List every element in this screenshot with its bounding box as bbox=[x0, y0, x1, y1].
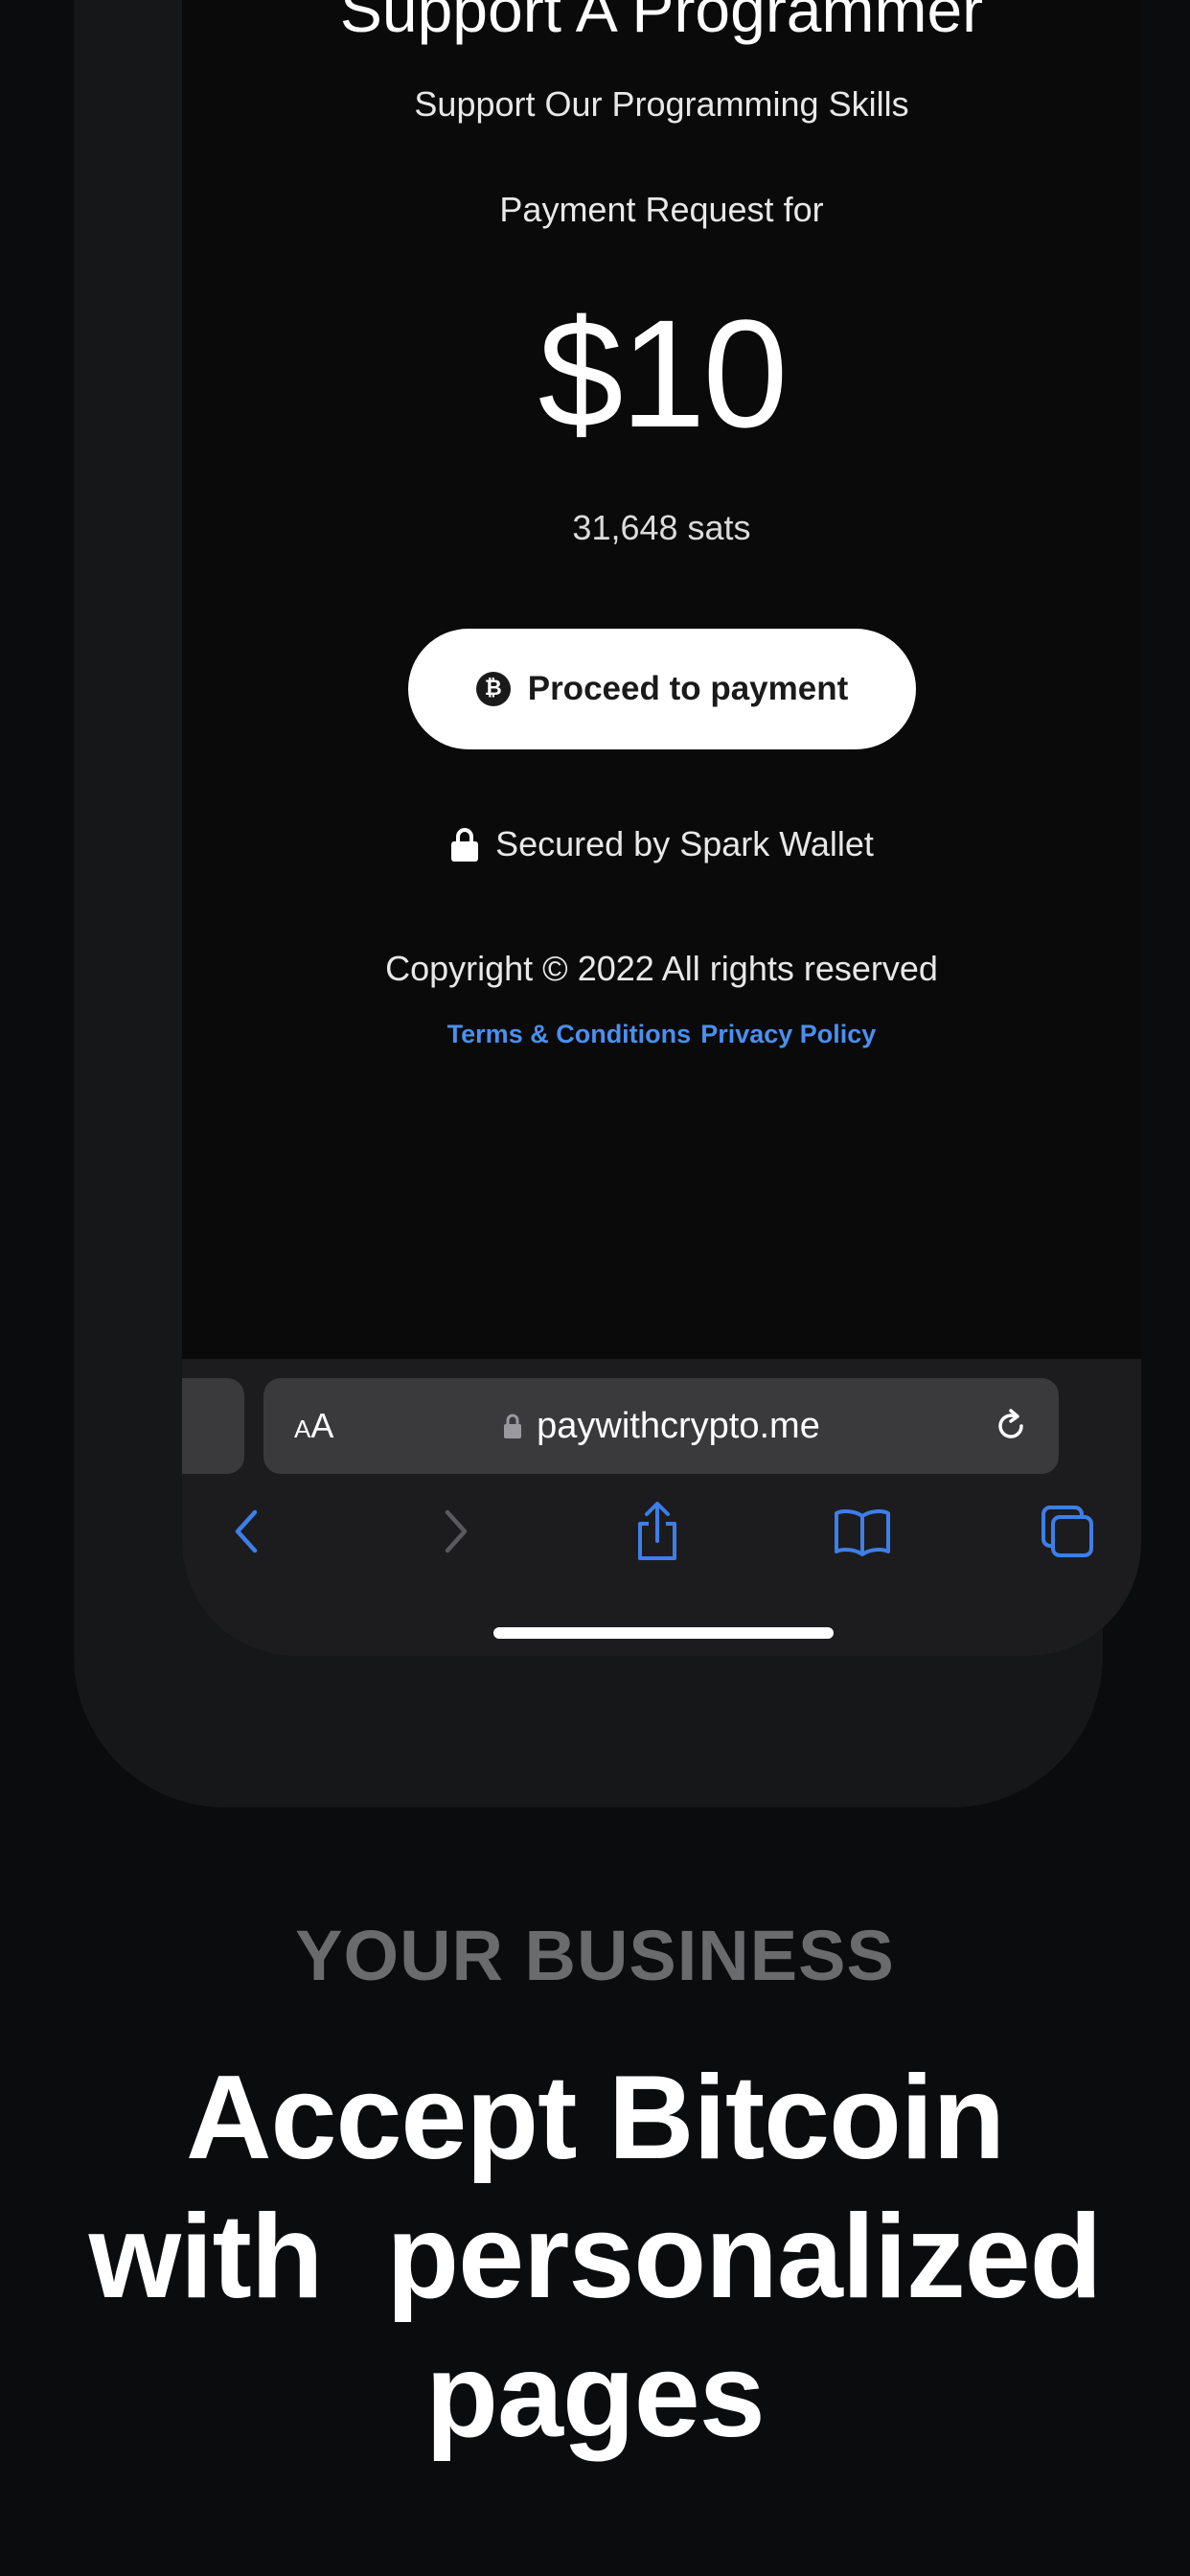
share-icon[interactable] bbox=[619, 1493, 696, 1570]
terms-link[interactable]: Terms & Conditions bbox=[447, 1020, 692, 1049]
page-subtitle: Support Our Programming Skills bbox=[414, 84, 909, 124]
bookmarks-icon[interactable] bbox=[824, 1493, 901, 1570]
section-eyebrow: YOUR BUSINESS bbox=[295, 1916, 895, 1995]
lock-icon bbox=[451, 828, 479, 862]
phone-frame: Support A Programmer Support Our Program… bbox=[74, 0, 1141, 1807]
url-text: paywithcrypto.me bbox=[537, 1405, 820, 1446]
headline-line-2: with personalized bbox=[88, 2191, 1103, 2323]
secured-label: Secured by Spark Wallet bbox=[495, 824, 874, 863]
browser-bottom-bar: AA paywithcrypto.me bbox=[182, 1359, 1141, 1656]
previous-tab-preview[interactable] bbox=[182, 1378, 244, 1474]
pay-button-label: Proceed to payment bbox=[527, 670, 849, 707]
privacy-link[interactable]: Privacy Policy bbox=[700, 1020, 876, 1049]
back-icon[interactable] bbox=[209, 1493, 286, 1570]
url-lock-icon bbox=[504, 1414, 522, 1438]
proceed-to-payment-button[interactable]: ₿ Proceed to payment bbox=[408, 629, 916, 749]
marketing-headline: Accept Bitcoin with personalized pages bbox=[0, 2049, 1190, 2466]
home-indicator bbox=[493, 1627, 834, 1639]
sats-amount: 31,648 sats bbox=[572, 508, 751, 547]
secured-notice: Secured by Spark Wallet bbox=[182, 824, 1141, 864]
phone-screen: Support A Programmer Support Our Program… bbox=[182, 0, 1141, 1656]
browser-toolbar bbox=[182, 1493, 1141, 1570]
footer-links: Terms & Conditions Privacy Policy bbox=[182, 1020, 1141, 1049]
copyright-text: Copyright © 2022 All rights reserved bbox=[385, 949, 938, 988]
url-display[interactable]: paywithcrypto.me bbox=[263, 1378, 1059, 1474]
headline-line-1: Accept Bitcoin bbox=[185, 2052, 1005, 2184]
page-title: Support A Programmer bbox=[339, 0, 984, 45]
reload-icon[interactable] bbox=[992, 1407, 1030, 1445]
address-bar[interactable]: AA paywithcrypto.me bbox=[263, 1378, 1059, 1474]
bitcoin-icon: ₿ bbox=[475, 672, 511, 706]
payment-amount: $10 bbox=[538, 288, 789, 459]
headline-line-3: pages bbox=[425, 2330, 765, 2462]
payment-request-label: Payment Request for bbox=[499, 190, 824, 229]
tabs-icon[interactable] bbox=[1029, 1493, 1106, 1570]
payment-page: Support A Programmer Support Our Program… bbox=[182, 0, 1141, 1359]
forward-icon[interactable] bbox=[417, 1493, 493, 1570]
